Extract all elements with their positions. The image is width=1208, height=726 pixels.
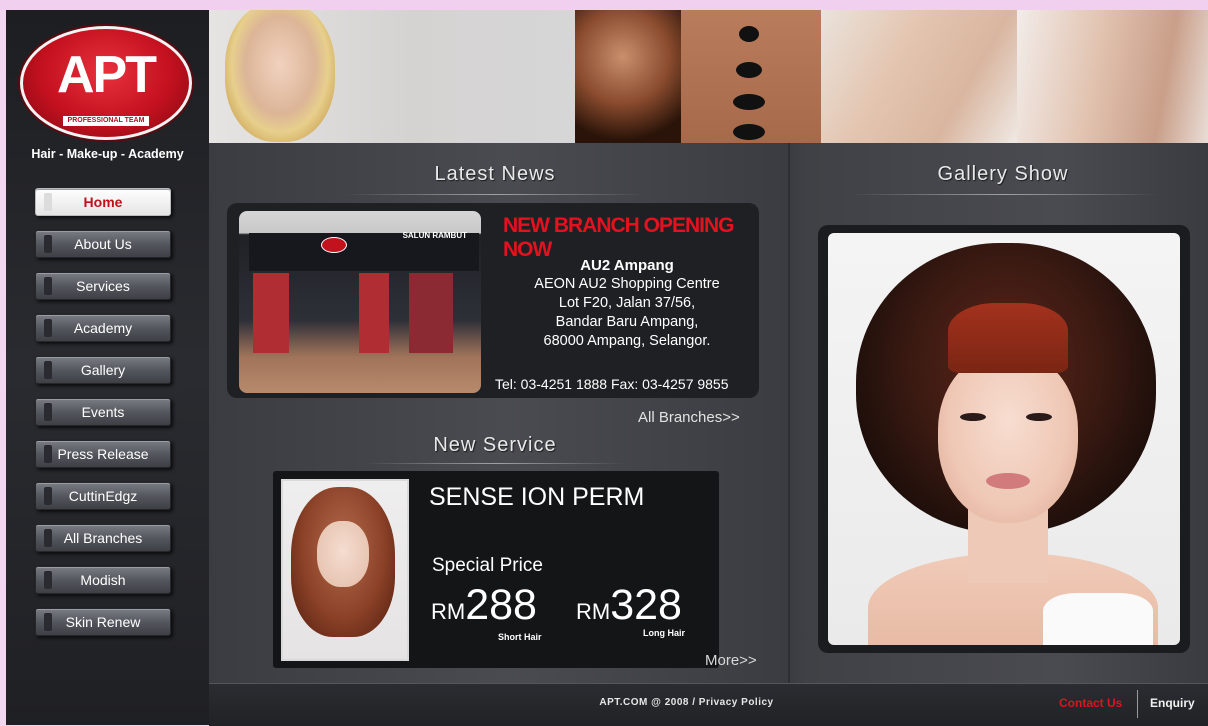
banner-photo-woman (575, 10, 681, 143)
store-logo-badge (321, 237, 347, 253)
footer: APT.COM @ 2008 / Privacy Policy Contact … (209, 683, 1208, 726)
branch-name: AU2 Ampang (580, 257, 674, 274)
column-divider (788, 143, 790, 683)
new-service-title: New Service (433, 434, 557, 456)
banner-face (225, 10, 335, 142)
nav-academy-button[interactable]: Academy (35, 314, 171, 342)
stone-icon (736, 62, 762, 78)
news-card: SALUN RAMBUT NEW BRANCH OPENING NOW AU2 … (227, 203, 759, 398)
banner-photo-spa (1017, 10, 1208, 143)
all-branches-link[interactable]: All Branches>> (638, 409, 740, 426)
photo-eye (1026, 413, 1052, 421)
currency: RM (431, 599, 466, 624)
more-link[interactable]: More>> (705, 652, 757, 669)
top-border (0, 0, 1208, 10)
photo-face (938, 353, 1078, 523)
nav-skin-renew-button[interactable]: Skin Renew (35, 608, 171, 636)
nav-services-button[interactable]: Services (35, 272, 171, 300)
price-amount: 328 (610, 581, 682, 629)
nav-cuttinedgz-button[interactable]: CuttinEdgz (35, 482, 171, 510)
service-photo (281, 479, 409, 661)
title-underline (365, 463, 625, 464)
enquiry-link[interactable]: Enquiry (1150, 696, 1195, 710)
address-line: Bandar Baru Ampang, (555, 314, 699, 330)
header-banner (209, 10, 1208, 143)
logo-text: APT (57, 46, 157, 104)
gallery-frame (818, 225, 1190, 653)
photo-fringe (948, 303, 1068, 373)
address-line: Lot F20, Jalan 37/56, (558, 295, 696, 311)
title-underline (345, 194, 645, 195)
photo-top (1043, 593, 1153, 645)
nav-all-branches-button[interactable]: All Branches (35, 524, 171, 552)
branch-address: AU2 Ampang AEON AU2 Shopping Centre Lot … (497, 256, 757, 351)
price-short-hair: RM288 (431, 581, 537, 630)
storefront-window (253, 273, 289, 353)
store-sign-text: SALUN RAMBUT (402, 231, 467, 240)
apt-logo[interactable]: APT PROFESSIONAL TEAM (20, 26, 192, 140)
logo-subtext: PROFESSIONAL TEAM (63, 116, 149, 126)
main-nav: Home About Us Services Academy Gallery E… (35, 188, 171, 650)
nav-events-button[interactable]: Events (35, 398, 171, 426)
stone-icon (733, 94, 765, 110)
tagline: Hair - Make-up - Academy (31, 147, 184, 161)
address-line: AEON AU2 Shopping Centre (534, 276, 720, 292)
contact-us-link[interactable]: Contact Us (1059, 696, 1122, 710)
nav-press-release-button[interactable]: Press Release (35, 440, 171, 468)
photo-lips (986, 473, 1030, 489)
photo-eye (960, 413, 986, 421)
price-long-hair: RM328 (576, 581, 682, 630)
storefront-window (359, 273, 389, 353)
address-line: 68000 Ampang, Selangor. (543, 333, 711, 349)
special-price-label: Special Price (432, 555, 543, 576)
branch-contact: Tel: 03-4251 1888 Fax: 03-4257 9855 (495, 376, 729, 392)
branch-photo[interactable]: SALUN RAMBUT (239, 211, 481, 393)
banner-photo-blonde (209, 10, 575, 143)
nav-gallery-button[interactable]: Gallery (35, 356, 171, 384)
sidebar: APT PROFESSIONAL TEAM Hair - Make-up - A… (6, 10, 209, 725)
gallery-show-title: Gallery Show (937, 163, 1069, 185)
service-name: SENSE ION PERM (429, 483, 645, 511)
nav-home-button[interactable]: Home (35, 188, 171, 216)
storefront-window (409, 273, 453, 353)
price-amount: 288 (465, 581, 537, 629)
banner-photo-facial (821, 10, 1017, 143)
title-underline (849, 194, 1159, 195)
banner-photo-hot-stones (681, 10, 821, 143)
currency: RM (576, 599, 611, 624)
stone-icon (739, 26, 759, 42)
price-note: Short Hair (498, 632, 542, 642)
main-content: Latest News SALUN RAMBUT NEW BRANCH OPEN… (209, 143, 1208, 683)
stone-icon (733, 124, 765, 140)
copyright-text[interactable]: APT.COM @ 2008 / Privacy Policy (209, 697, 1164, 708)
footer-separator (1137, 690, 1138, 718)
gallery-photo[interactable] (828, 233, 1180, 645)
latest-news-title: Latest News (434, 163, 556, 185)
nav-about-us-button[interactable]: About Us (35, 230, 171, 258)
price-note: Long Hair (643, 628, 685, 638)
nav-modish-button[interactable]: Modish (35, 566, 171, 594)
photo-face (317, 521, 369, 587)
service-card[interactable]: SENSE ION PERM Special Price RM288 Short… (273, 471, 719, 668)
news-headline: NEW BRANCH OPENING NOW (503, 214, 735, 261)
